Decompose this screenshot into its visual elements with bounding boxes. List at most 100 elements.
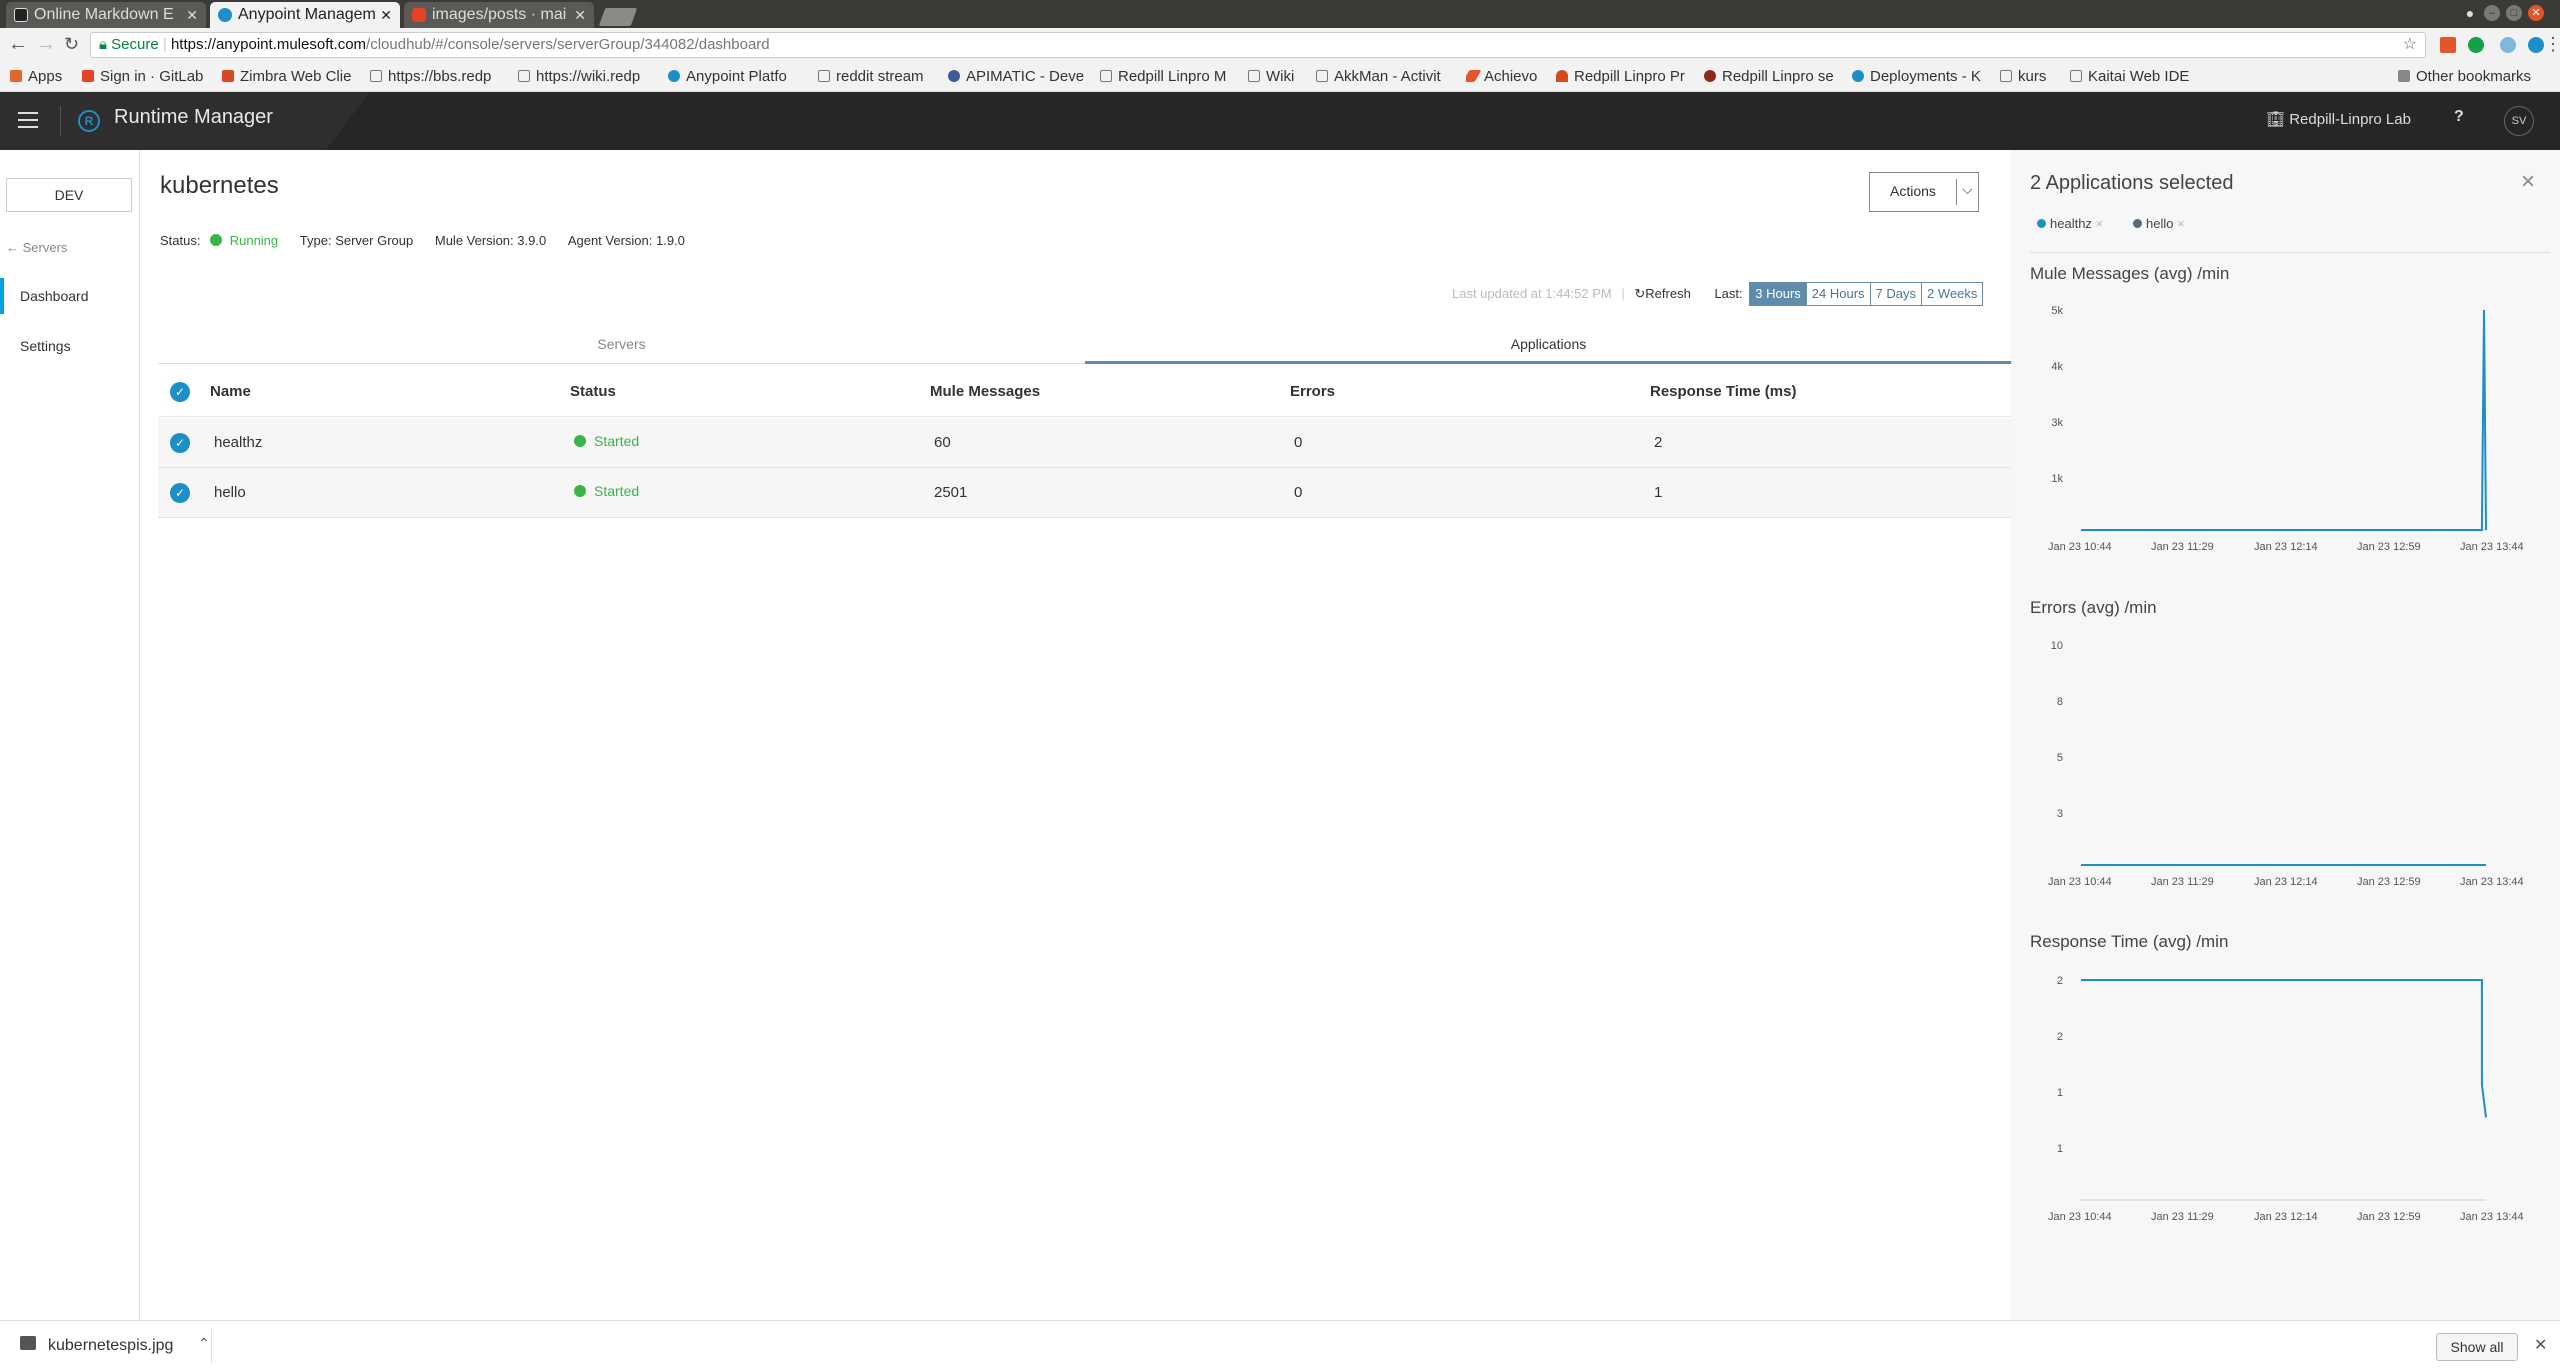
browser-tab-markdown[interactable]: Online Markdown E ✕	[6, 2, 206, 28]
bookmark-achievo[interactable]: Achievo	[1466, 68, 1560, 85]
org-switcher[interactable]: 🏢︎ Redpill-Linpro Lab	[2266, 110, 2411, 128]
user-avatar[interactable]: SV	[2504, 106, 2534, 136]
row-checkbox[interactable]: ✓	[170, 483, 190, 503]
extension-icon[interactable]	[2440, 37, 2456, 53]
bookmark-kaitai[interactable]: Kaitai Web IDE	[2070, 68, 2210, 85]
grammarly-icon[interactable]	[2468, 37, 2484, 53]
column-header-mule-messages[interactable]: Mule Messages	[930, 367, 1040, 417]
bookmark-zimbra[interactable]: Zimbra Web Clie	[222, 68, 354, 85]
bookmark-redpill-se[interactable]: Redpill Linpro se	[1704, 68, 1844, 85]
series-line	[2081, 979, 2487, 1118]
app-name[interactable]: hello	[214, 468, 246, 518]
table-row[interactable]: ✓ hello Started 2501 0 1	[158, 468, 2012, 518]
refresh-button[interactable]: ↻Refresh	[1634, 286, 1690, 301]
building-icon: 🏢︎	[2266, 111, 2286, 128]
y-tick-label: 3	[2057, 808, 2063, 820]
bookmark-bbs[interactable]: https://bbs.redp	[370, 68, 510, 85]
app-errors: 0	[1294, 434, 1303, 451]
browser-menu-icon[interactable]: ⋮	[2544, 34, 2560, 55]
back-icon[interactable]: ←	[8, 33, 28, 56]
close-download-bar-icon[interactable]: ✕	[2534, 1335, 2547, 1355]
browser-tab-label: images/posts · mai	[432, 6, 567, 23]
new-tab-button[interactable]	[598, 8, 638, 26]
bookmark-gitlab[interactable]: Sign in · GitLab	[82, 68, 214, 85]
headset-icon	[1556, 70, 1568, 82]
app-name[interactable]: healthz	[214, 418, 262, 468]
chevron-up-icon[interactable]: ⌃	[198, 1335, 210, 1352]
chip-hello[interactable]: hello ×	[2133, 216, 2185, 231]
column-header-errors[interactable]: Errors	[1290, 367, 1335, 417]
chip-healthz[interactable]: healthz ×	[2037, 216, 2103, 231]
bookmark-wiki[interactable]: Wiki	[1248, 68, 1308, 85]
other-bookmarks[interactable]: Other bookmarks	[2398, 68, 2531, 85]
tab-close-icon[interactable]: ✕	[574, 2, 586, 28]
bookmark-wiki-redp[interactable]: https://wiki.redp	[518, 68, 658, 85]
range-24-hours[interactable]: 24 Hours	[1805, 282, 1871, 306]
zimbra-icon	[222, 70, 234, 82]
y-tick-label: 2	[2057, 1031, 2063, 1043]
reload-icon[interactable]: ↻	[64, 34, 79, 55]
bookmark-apimatic[interactable]: APIMATIC - Deve	[948, 68, 1086, 85]
bookmark-kurs[interactable]: kurs	[2000, 68, 2070, 85]
help-button[interactable]: ?	[2454, 108, 2464, 126]
nav-item-dashboard[interactable]: Dashboard	[0, 278, 139, 314]
bookmark-akkman[interactable]: AkkMan - Activit	[1316, 68, 1450, 85]
chip-remove-icon[interactable]: ×	[2177, 216, 2185, 231]
hamburger-menu-icon[interactable]	[18, 112, 38, 128]
back-to-servers-link[interactable]: ← Servers	[6, 240, 67, 255]
browser-tab-anypoint[interactable]: Anypoint Managem ✕	[210, 2, 400, 28]
actions-dropdown[interactable]: Actions ⌵	[1869, 172, 1979, 212]
extension-icon[interactable]	[2500, 37, 2516, 53]
x-tick-label: Jan 23 10:44	[2048, 876, 2112, 888]
range-2-weeks[interactable]: 2 Weeks	[1921, 282, 1984, 306]
table-row[interactable]: ✓ healthz Started 60 0 2	[158, 418, 2012, 468]
tab-servers[interactable]: Servers	[158, 326, 1085, 364]
show-all-button[interactable]: Show all	[2436, 1333, 2518, 1361]
tab-close-icon[interactable]: ✕	[380, 2, 392, 28]
forward-icon[interactable]: →	[36, 33, 56, 56]
bookmark-anypoint[interactable]: Anypoint Platfo	[668, 68, 806, 85]
tab-close-icon[interactable]: ✕	[186, 2, 198, 28]
nav-item-settings[interactable]: Settings	[0, 328, 139, 364]
close-window-button[interactable]: ✕	[2528, 5, 2544, 21]
browser-tab-gitlab[interactable]: images/posts · mai ✕	[404, 2, 594, 28]
range-7-days[interactable]: 7 Days	[1869, 282, 1922, 306]
bookmark-apps[interactable]: Apps	[10, 68, 62, 85]
x-tick-label: Jan 23 11:29	[2151, 541, 2214, 553]
tab-applications[interactable]: Applications	[1085, 326, 2012, 364]
app-errors: 0	[1294, 484, 1303, 501]
maximize-window-button[interactable]: □	[2506, 5, 2522, 21]
x-tick-label: Jan 23 12:14	[2254, 876, 2318, 888]
bookmark-reddit[interactable]: reddit stream	[818, 68, 948, 85]
profile-icon[interactable]: ●	[2462, 5, 2478, 21]
address-bar[interactable]: 🔒︎ Secure | https://anypoint.mulesoft.co…	[90, 32, 2426, 58]
column-header-name[interactable]: Name	[210, 367, 251, 417]
range-3-hours[interactable]: 3 Hours	[1749, 282, 1807, 306]
bookmark-deployments[interactable]: Deployments - K	[1852, 68, 1988, 85]
bookmark-redpill-m[interactable]: Redpill Linpro M	[1100, 68, 1234, 85]
row-checkbox[interactable]: ✓	[170, 433, 190, 453]
status-dot-icon	[210, 234, 223, 246]
select-all-checkbox[interactable]: ✓	[170, 382, 190, 402]
page-icon	[1248, 70, 1260, 82]
org-name: Redpill-Linpro Lab	[2289, 111, 2411, 128]
last-updated: Last updated at 1:44:52 PM	[1452, 286, 1612, 301]
mule-version-label: Mule Version:	[434, 233, 514, 248]
close-panel-icon[interactable]: ×	[2521, 168, 2535, 196]
environment-selector[interactable]: DEV	[6, 178, 132, 212]
download-item[interactable]: kubernetespis.jpg ⌃	[12, 1329, 212, 1363]
extension-icon[interactable]	[2528, 37, 2544, 53]
chip-remove-icon[interactable]: ×	[2096, 216, 2104, 231]
bookmark-star-icon[interactable]: ☆	[2403, 33, 2417, 57]
main-content: kubernetes Actions ⌵ Status: Running Typ…	[140, 150, 2012, 1320]
column-header-response-time[interactable]: Response Time (ms)	[1650, 367, 1796, 417]
minimize-window-button[interactable]: –	[2484, 5, 2500, 21]
bookmark-redpill-pr[interactable]: Redpill Linpro Pr	[1556, 68, 1706, 85]
y-tick-label: 1k	[2051, 473, 2063, 485]
page-icon	[1316, 70, 1328, 82]
column-header-status[interactable]: Status	[570, 367, 616, 417]
type-value: Server Group	[335, 233, 414, 248]
x-tick-label: Jan 23 12:59	[2357, 541, 2421, 553]
download-filename: kubernetespis.jpg	[48, 1337, 174, 1354]
chart-title-errors: Errors (avg) /min	[2030, 598, 2157, 617]
